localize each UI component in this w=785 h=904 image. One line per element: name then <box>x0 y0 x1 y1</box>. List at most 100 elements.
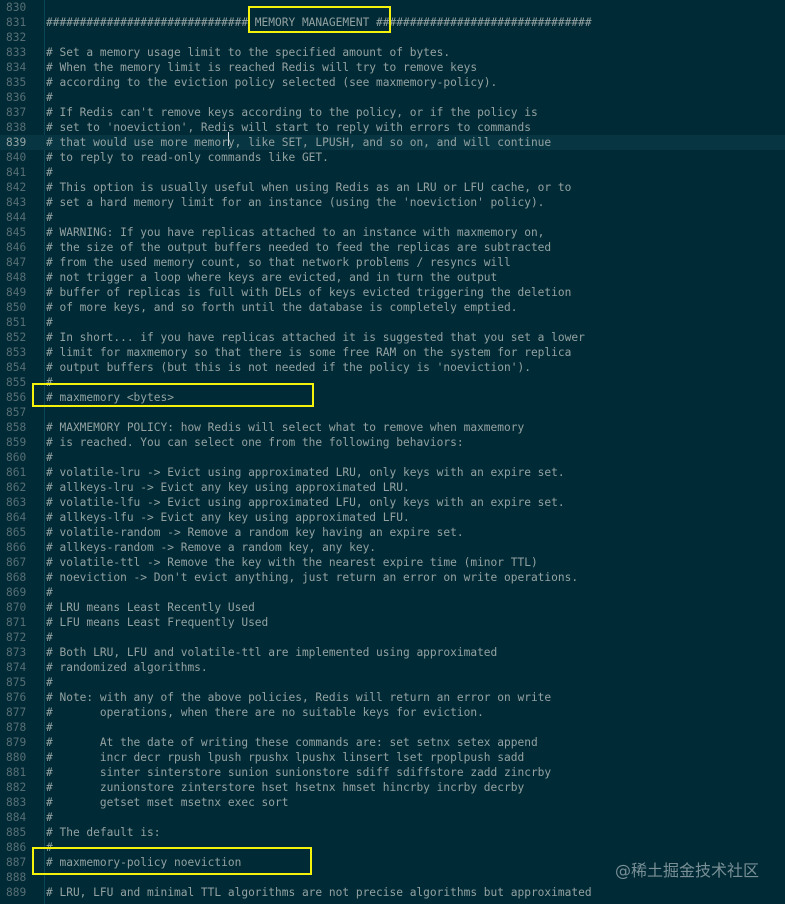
code-line[interactable]: 836 # <box>0 90 785 105</box>
code-line[interactable]: 873 # Both LRU, LFU and volatile-ttl are … <box>0 645 785 660</box>
code-line[interactable]: 872 # <box>0 630 785 645</box>
line-number: 870 <box>6 600 27 614</box>
line-text: # set a hard memory limit for an instanc… <box>46 195 545 209</box>
code-line[interactable]: 842 # This option is usually useful when … <box>0 180 785 195</box>
line-text: # according to the eviction policy selec… <box>46 75 498 89</box>
code-line[interactable]: 881 # sinter sinterstore sunion sunionsto… <box>0 765 785 780</box>
line-number: 856 <box>6 390 27 404</box>
line-text: # is reached. You can select one from th… <box>46 435 464 449</box>
code-line[interactable]: 843 # set a hard memory limit for an inst… <box>0 195 785 210</box>
code-line[interactable]: 879 # At the date of writing these comman… <box>0 735 785 750</box>
code-line[interactable]: 863 # volatile-lfu -> Evict using approxi… <box>0 495 785 510</box>
code-line[interactable]: 878 # <box>0 720 785 735</box>
line-text: # <box>46 630 53 644</box>
code-line[interactable]: 848 # not trigger a loop where keys are e… <box>0 270 785 285</box>
line-number: 883 <box>6 795 27 809</box>
line-text: # volatile-random -> Remove a random key… <box>46 525 464 539</box>
code-line[interactable]: 847 # from the used memory count, so that… <box>0 255 785 270</box>
code-line[interactable]: 877 # operations, when there are no suita… <box>0 705 785 720</box>
code-line[interactable]: 875 # <box>0 675 785 690</box>
line-text: # <box>46 840 53 854</box>
line-number: 859 <box>6 435 27 449</box>
code-line[interactable]: 860 # <box>0 450 785 465</box>
line-text: # volatile-lfu -> Evict using approximat… <box>46 495 565 509</box>
line-text: # <box>46 90 53 104</box>
line-text: # not trigger a loop where keys are evic… <box>46 270 498 284</box>
code-line[interactable]: 885 # The default is: <box>0 825 785 840</box>
line-text: # <box>46 210 53 224</box>
code-line[interactable]: 850 # of more keys, and so forth until th… <box>0 300 785 315</box>
line-number: 862 <box>6 480 27 494</box>
code-line[interactable]: 846 # the size of the output buffers need… <box>0 240 785 255</box>
line-number: 835 <box>6 75 27 89</box>
code-line[interactable]: 849 # buffer of replicas is full with DEL… <box>0 285 785 300</box>
line-number: 886 <box>6 840 27 854</box>
code-line[interactable]: 883 # getset mset msetnx exec sort <box>0 795 785 810</box>
code-line[interactable]: 840 # to reply to read-only commands like… <box>0 150 785 165</box>
code-line[interactable]: 861 # volatile-lru -> Evict using approxi… <box>0 465 785 480</box>
code-line[interactable]: 830 <box>0 0 785 15</box>
line-number: 864 <box>6 510 27 524</box>
line-number: 879 <box>6 735 27 749</box>
line-number: 878 <box>6 720 27 734</box>
code-line[interactable]: 889 # LRU, LFU and minimal TTL algorithms… <box>0 885 785 900</box>
code-line[interactable]: 857 <box>0 405 785 420</box>
line-number: 863 <box>6 495 27 509</box>
line-number: 866 <box>6 540 27 554</box>
code-line[interactable]: 855 # <box>0 375 785 390</box>
code-line[interactable]: 832 <box>0 30 785 45</box>
code-line[interactable]: 841 # <box>0 165 785 180</box>
line-text: # <box>46 675 53 689</box>
line-number: 834 <box>6 60 27 74</box>
code-line[interactable]: 868 # noeviction -> Don't evict anything,… <box>0 570 785 585</box>
code-line[interactable]: 852 # In short... if you have replicas at… <box>0 330 785 345</box>
code-line[interactable]: 858 # MAXMEMORY POLICY: how Redis will se… <box>0 420 785 435</box>
code-line[interactable]: 862 # allkeys-lru -> Evict any key using … <box>0 480 785 495</box>
code-line[interactable]: 882 # zunionstore zinterstore hset hsetnx… <box>0 780 785 795</box>
line-number: 840 <box>6 150 27 164</box>
line-number: 871 <box>6 615 27 629</box>
line-number: 849 <box>6 285 27 299</box>
code-line[interactable]: 838 # set to 'noeviction', Redis will sta… <box>0 120 785 135</box>
code-line[interactable]: 831 ############################## MEMORY… <box>0 15 785 30</box>
code-line[interactable]: 853 # limit for maxmemory so that there i… <box>0 345 785 360</box>
code-line[interactable]: 886 # <box>0 840 785 855</box>
code-line[interactable]: 876 # Note: with any of the above policie… <box>0 690 785 705</box>
code-line[interactable]: 884 # <box>0 810 785 825</box>
line-number: 855 <box>6 375 27 389</box>
code-line[interactable]: 851 # <box>0 315 785 330</box>
code-line[interactable]: 833 # Set a memory usage limit to the spe… <box>0 45 785 60</box>
code-line[interactable]: 870 # LRU means Least Recently Used <box>0 600 785 615</box>
code-line[interactable]: 864 # allkeys-lfu -> Evict any key using … <box>0 510 785 525</box>
line-text: # output buffers (but this is not needed… <box>46 360 531 374</box>
code-line[interactable]: 856 # maxmemory <bytes> <box>0 390 785 405</box>
line-number: 874 <box>6 660 27 674</box>
code-line[interactable]: 834 # When the memory limit is reached Re… <box>0 60 785 75</box>
line-text: # MAXMEMORY POLICY: how Redis will selec… <box>46 420 525 434</box>
line-text: # <box>46 450 53 464</box>
code-line[interactable]: 859 # is reached. You can select one from… <box>0 435 785 450</box>
code-line[interactable]: 880 # incr decr rpush lpush rpushx lpushx… <box>0 750 785 765</box>
code-line[interactable]: 874 # randomized algorithms. <box>0 660 785 675</box>
line-number: 868 <box>6 570 27 584</box>
code-line[interactable]: 871 # LFU means Least Frequently Used <box>0 615 785 630</box>
code-line[interactable]: 839 # that would use more memory, like SE… <box>0 134 785 150</box>
code-line[interactable]: 865 # volatile-random -> Remove a random … <box>0 525 785 540</box>
code-editor[interactable]: 830 831 ############################## MEM… <box>0 0 785 904</box>
text-cursor <box>228 132 229 146</box>
line-number: 845 <box>6 225 27 239</box>
code-line[interactable]: 837 # If Redis can't remove keys accordin… <box>0 105 785 120</box>
code-line[interactable]: 866 # allkeys-random -> Remove a random k… <box>0 540 785 555</box>
code-line[interactable]: 835 # according to the eviction policy se… <box>0 75 785 90</box>
code-line[interactable]: 845 # WARNING: If you have replicas attac… <box>0 225 785 240</box>
line-number: 854 <box>6 360 27 374</box>
line-text: # maxmemory-policy noeviction <box>46 855 242 869</box>
code-line[interactable]: 844 # <box>0 210 785 225</box>
code-line[interactable]: 854 # output buffers (but this is not nee… <box>0 360 785 375</box>
code-line[interactable]: 867 # volatile-ttl -> Remove the key with… <box>0 555 785 570</box>
line-number: 830 <box>6 0 27 14</box>
code-line[interactable]: 869 # <box>0 585 785 600</box>
line-number: 876 <box>6 690 27 704</box>
line-number: 865 <box>6 525 27 539</box>
line-number: 847 <box>6 255 27 269</box>
